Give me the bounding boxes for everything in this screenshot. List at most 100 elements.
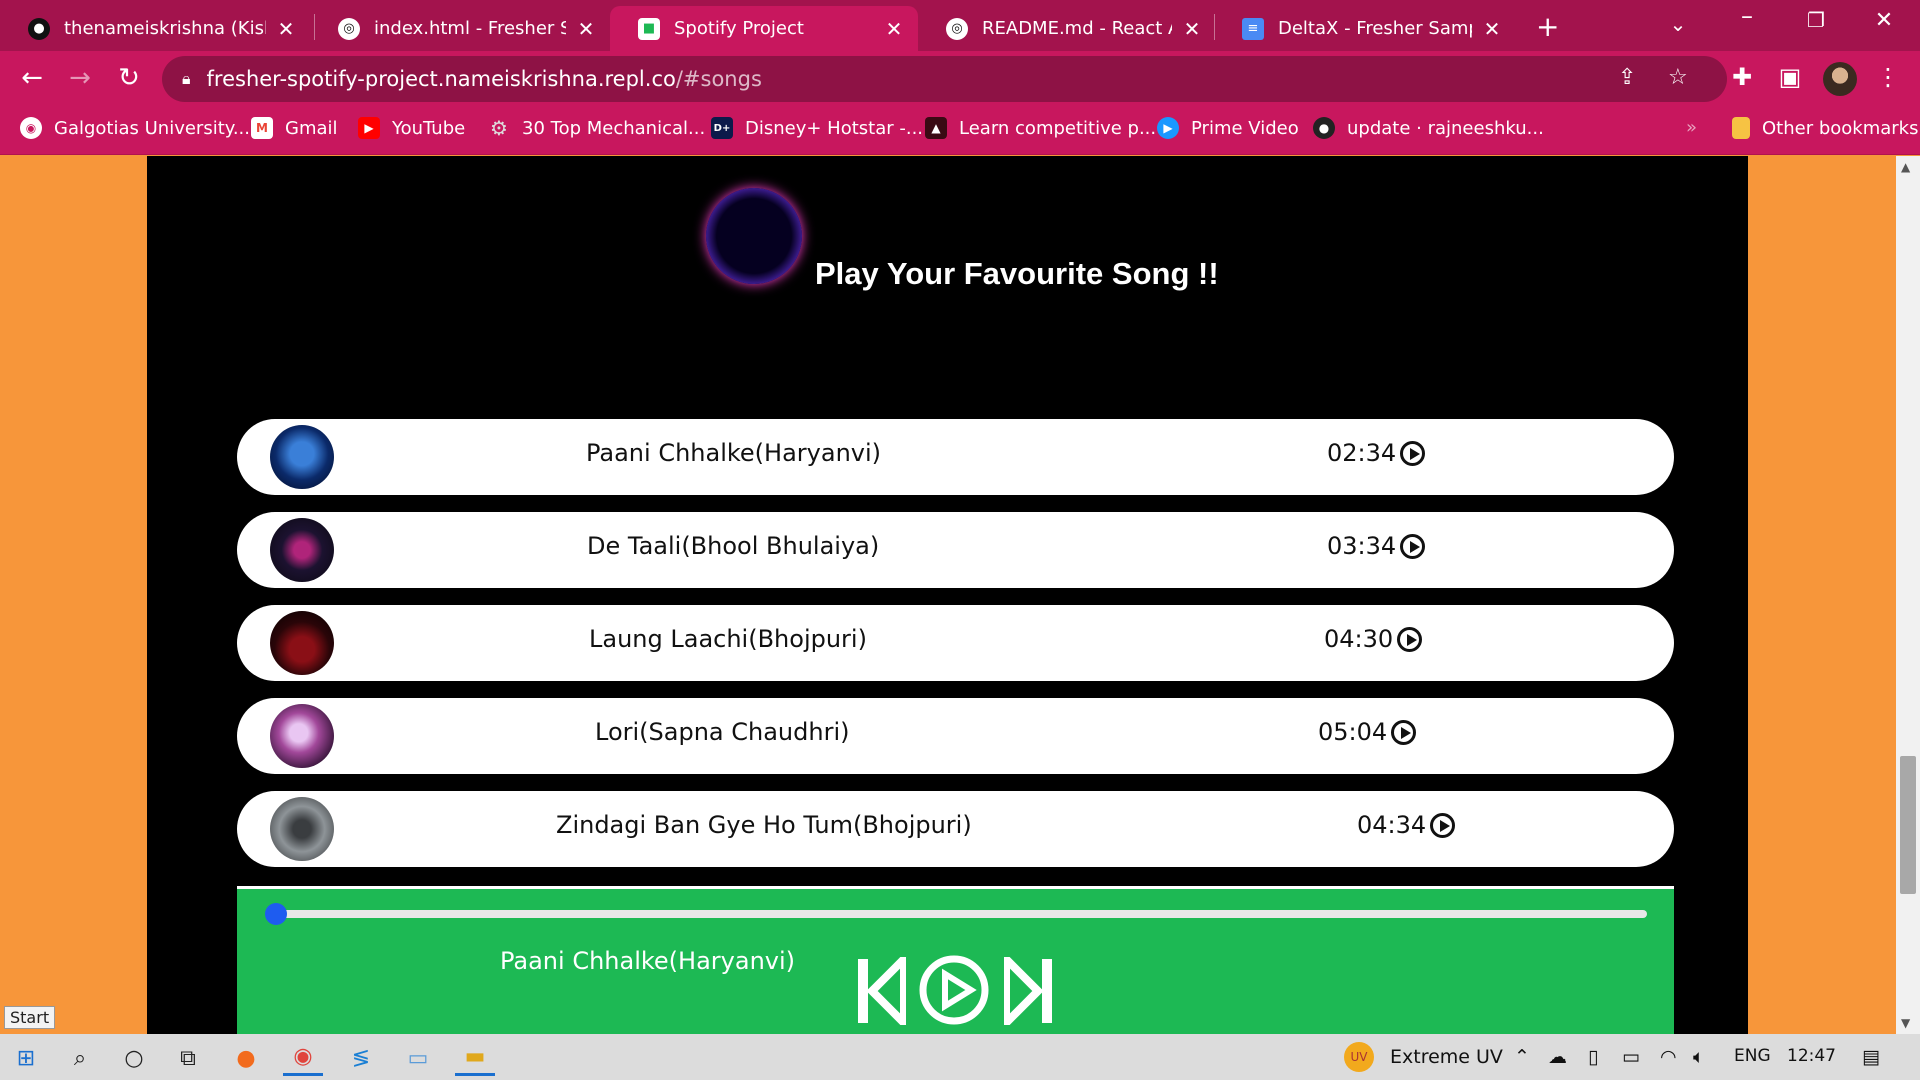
tab-github[interactable]: ● thenameiskrishna (Kishan ✕ (0, 6, 310, 51)
next-track-icon[interactable] (1004, 957, 1052, 1025)
reload-icon[interactable]: ↻ (109, 63, 149, 93)
bookmark-label: Prime Video (1191, 117, 1299, 139)
search-icon[interactable]: ⌕ (60, 1040, 100, 1076)
new-tab-plus-icon[interactable]: + (1536, 10, 1559, 43)
back-arrow-icon[interactable]: ← (12, 63, 52, 93)
song-duration[interactable]: 05:04 (1318, 718, 1417, 746)
app-icon[interactable]: ▭ (398, 1040, 438, 1076)
page-heading: Play Your Favourite Song !! (815, 256, 1219, 291)
menu-kebab-icon[interactable]: ⋮ (1870, 63, 1906, 91)
bookmark-github-update[interactable]: ● update · rajneeshku... (1313, 117, 1544, 139)
bookmark-youtube[interactable]: ▶ YouTube (358, 117, 465, 139)
forward-arrow-icon[interactable]: → (60, 63, 100, 93)
now-playing-title: Paani Chhalke(Haryanvi) (500, 947, 796, 975)
tab-label: Spotify Project (674, 18, 804, 39)
bookmark-prime-video[interactable]: ▶ Prime Video (1157, 117, 1299, 139)
song-row[interactable]: De Taali(Bhool Bhulaiya) 03:34 (237, 512, 1674, 588)
volume-icon[interactable]: 🔈︎ (1693, 1046, 1704, 1068)
tab-spotify-project[interactable]: ■ Spotify Project ✕ (610, 6, 918, 51)
task-view-icon[interactable]: ⧉ (168, 1040, 208, 1076)
play-circle-icon[interactable] (1391, 719, 1417, 745)
profile-avatar[interactable] (1823, 62, 1857, 96)
wifi-icon[interactable]: ◠ (1660, 1046, 1677, 1068)
play-circle-icon[interactable] (1397, 626, 1423, 652)
file-explorer-icon[interactable]: ▬ (455, 1040, 495, 1076)
previous-track-icon[interactable] (858, 957, 906, 1025)
song-duration[interactable]: 02:34 (1327, 439, 1426, 467)
song-row[interactable]: Lori(Sapna Chaudhri) 05:04 (237, 698, 1674, 774)
lock-icon[interactable]: 🔒︎ (182, 69, 191, 89)
weather-label[interactable]: Extreme UV (1390, 1046, 1503, 1068)
replit-app-icon: ■ (638, 17, 660, 40)
show-hidden-icons-chevron[interactable]: ⌃ (1514, 1046, 1530, 1068)
tab-deltax[interactable]: ≡ DeltaX - Fresher Sample ✕ (1214, 6, 1516, 51)
song-cover-image (270, 425, 334, 489)
device-icon[interactable]: ▯ (1588, 1046, 1598, 1068)
song-duration[interactable]: 04:34 (1357, 811, 1456, 839)
song-duration[interactable]: 04:30 (1324, 625, 1423, 653)
prime-video-icon: ▶ (1157, 117, 1179, 139)
song-row[interactable]: Paani Chhalke(Haryanvi) 02:34 (237, 419, 1674, 495)
song-row[interactable]: Laung Laachi(Bhojpuri) 04:30 (237, 605, 1674, 681)
song-cover-image (270, 611, 334, 675)
bookmark-galgotias[interactable]: ◉ Galgotias University... (20, 117, 250, 139)
tab-search-chevron-icon[interactable]: ⌄ (1658, 12, 1698, 36)
play-circle-icon[interactable] (1430, 812, 1456, 838)
tab-readme[interactable]: ◎ README.md - React App ✕ (918, 6, 1216, 51)
window-close-icon[interactable]: ✕ (1864, 8, 1904, 33)
bookmark-gmail[interactable]: M Gmail (251, 117, 338, 139)
tab-index-html[interactable]: ◎ index.html - Fresher Spoti ✕ (310, 6, 610, 51)
clock-time[interactable]: 12:47 (1787, 1046, 1836, 1066)
music-orb-logo (706, 188, 802, 284)
scroll-up-arrow-icon[interactable]: ▲ (1901, 160, 1910, 174)
play-circle-icon[interactable] (1400, 440, 1426, 466)
uv-weather-icon[interactable]: UV (1344, 1042, 1374, 1072)
address-bar[interactable]: 🔒︎ fresher-spotify-project.nameiskrishna… (162, 56, 1727, 102)
bookmark-hotstar[interactable]: D+ Disney+ Hotstar -... (711, 117, 923, 139)
play-pause-icon[interactable] (918, 954, 990, 1026)
tab-label: DeltaX - Fresher Sample (1278, 18, 1472, 39)
url-path: /#songs (675, 67, 762, 91)
close-icon[interactable]: ✕ (882, 17, 906, 41)
bookmark-star-icon[interactable]: ☆ (1668, 65, 1688, 90)
google-docs-icon: ≡ (1242, 17, 1264, 40)
bookmarks-overflow-chevron[interactable]: » (1686, 117, 1697, 138)
close-icon[interactable]: ✕ (574, 17, 598, 41)
play-circle-icon[interactable] (1400, 533, 1426, 559)
battery-icon[interactable]: ▭ (1622, 1046, 1640, 1068)
bookmark-mechanical[interactable]: ⚙ 30 Top Mechanical... (488, 116, 705, 140)
share-icon[interactable]: ⇪ (1618, 65, 1636, 90)
bookmark-label: Learn competitive p... (959, 117, 1157, 139)
close-icon[interactable]: ✕ (1180, 17, 1204, 41)
minimize-icon[interactable]: – (1727, 2, 1767, 30)
github-icon: ● (28, 17, 50, 40)
firefox-icon[interactable]: ● (226, 1040, 266, 1076)
browser-tab-bar: ● thenameiskrishna (Kishan ✕ ◎ index.htm… (0, 0, 1920, 51)
onedrive-cloud-icon[interactable]: ☁ (1548, 1046, 1567, 1068)
progress-slider-knob[interactable] (265, 903, 287, 925)
progress-track[interactable] (275, 910, 1647, 918)
extensions-puzzle-icon[interactable]: ✚ (1724, 63, 1760, 91)
scroll-down-arrow-icon[interactable]: ▼ (1901, 1016, 1910, 1030)
notifications-icon[interactable]: ▤ (1862, 1046, 1880, 1068)
other-bookmarks[interactable]: ■ Other bookmarks (1732, 117, 1918, 139)
windows-start-icon[interactable]: ⊞ (6, 1040, 46, 1076)
vscode-icon[interactable]: ≶ (341, 1040, 381, 1076)
song-row[interactable]: Zindagi Ban Gye Ho Tum(Bhojpuri) 04:34 (237, 791, 1674, 867)
language-indicator[interactable]: ENG (1734, 1046, 1771, 1066)
bookmark-label: Gmail (285, 117, 338, 139)
close-icon[interactable]: ✕ (1480, 17, 1504, 41)
close-icon[interactable]: ✕ (274, 17, 298, 41)
chrome-icon[interactable]: ◉ (283, 1040, 323, 1076)
page-scrollbar[interactable]: ▲ ▼ (1896, 156, 1920, 1034)
song-title: De Taali(Bhool Bhulaiya) (587, 532, 880, 560)
bookmark-label: YouTube (392, 117, 466, 139)
side-panel-icon[interactable]: ▣ (1772, 63, 1808, 91)
restore-icon[interactable]: ❐ (1796, 8, 1836, 32)
bookmark-learn-competitive[interactable]: ▲ Learn competitive p... (925, 117, 1156, 139)
gmail-icon: M (251, 117, 273, 139)
bookmarks-bar: ◉ Galgotias University... M Gmail ▶ YouT… (0, 107, 1920, 155)
scrollbar-thumb[interactable] (1900, 756, 1916, 894)
cortana-icon[interactable]: ○ (114, 1040, 154, 1076)
song-duration[interactable]: 03:34 (1327, 532, 1426, 560)
